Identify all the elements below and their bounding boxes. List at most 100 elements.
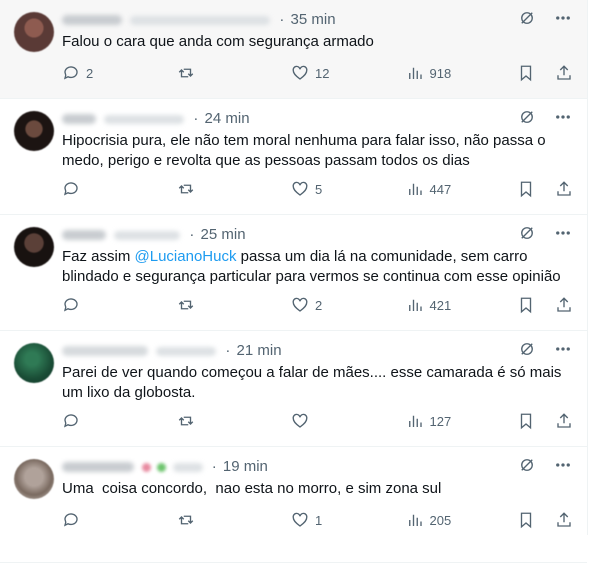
blurred-handle[interactable] xyxy=(130,15,271,25)
tweet-time[interactable]: 21 min xyxy=(237,342,282,359)
grok-icon[interactable] xyxy=(517,223,537,243)
blurred-display-name[interactable] xyxy=(62,230,106,241)
share-button[interactable] xyxy=(555,64,573,82)
more-icon[interactable] xyxy=(553,339,573,359)
tweet-top-icons xyxy=(517,339,573,359)
avatar[interactable] xyxy=(14,227,54,267)
retweet-icon xyxy=(178,416,193,426)
grok-icon[interactable] xyxy=(517,8,537,28)
tweet-text: Parei de ver quando começou a falar de m… xyxy=(62,364,562,401)
like-button[interactable] xyxy=(291,412,406,430)
blurred-display-name[interactable] xyxy=(62,462,134,473)
avatar[interactable] xyxy=(14,343,54,383)
views-count: 127 xyxy=(429,413,452,429)
reply-tweet[interactable]: · 35 min Falou o cara que anda com segur… xyxy=(0,0,587,99)
blurred-handle[interactable] xyxy=(114,230,181,240)
tweet-time[interactable]: 25 min xyxy=(201,226,246,243)
blurred-display-name[interactable] xyxy=(62,346,148,357)
reply-button[interactable] xyxy=(62,412,177,430)
share-icon xyxy=(557,297,571,312)
bookmark-icon xyxy=(520,297,532,314)
share-button[interactable] xyxy=(555,412,573,430)
reply-button[interactable] xyxy=(62,511,177,529)
share-icon xyxy=(557,413,571,428)
heart-icon xyxy=(292,181,308,196)
avatar[interactable] xyxy=(14,111,54,151)
tweet-header: · 21 min xyxy=(62,339,571,363)
views-icon xyxy=(408,299,422,311)
tweet-time[interactable]: 35 min xyxy=(291,11,336,28)
like-button[interactable]: 2 xyxy=(291,296,406,314)
share-button[interactable] xyxy=(555,511,573,529)
like-button[interactable]: 12 xyxy=(291,64,406,82)
views-count: 918 xyxy=(429,65,452,81)
tweet-actions: 127 xyxy=(62,412,573,430)
tweet-top-icons xyxy=(517,455,573,475)
reply-tweet[interactable]: · 24 min Hipocrisia pura, ele não tem mo… xyxy=(0,99,587,215)
views-count: 205 xyxy=(429,512,452,528)
tweet-actions: 5 447 xyxy=(62,180,573,198)
retweet-button[interactable] xyxy=(177,296,292,314)
avatar[interactable] xyxy=(14,459,54,499)
grok-icon[interactable] xyxy=(517,455,537,475)
reply-tweet[interactable]: · 19 min Uma coisa concordo, nao esta no… xyxy=(0,447,587,563)
blurred-handle[interactable] xyxy=(156,346,217,356)
views-button[interactable]: 447 xyxy=(406,180,518,198)
user-mention-link[interactable]: @LucianoHuck xyxy=(135,248,237,265)
share-button[interactable] xyxy=(555,296,573,314)
blurred-display-name[interactable] xyxy=(62,15,122,26)
views-button[interactable]: 127 xyxy=(406,412,518,430)
more-icon[interactable] xyxy=(553,223,573,243)
tweet-time[interactable]: 24 min xyxy=(205,110,250,127)
reply-icon xyxy=(63,513,78,527)
reply-icon xyxy=(63,66,78,80)
like-count: 5 xyxy=(315,181,323,197)
more-icon[interactable] xyxy=(553,455,573,475)
blurred-handle[interactable] xyxy=(172,462,203,472)
avatar[interactable] xyxy=(14,12,54,52)
reply-feed: · 35 min Falou o cara que anda com segur… xyxy=(0,0,588,563)
tweet-top-icons xyxy=(517,8,573,28)
grok-icon[interactable] xyxy=(517,107,537,127)
bookmark-button[interactable] xyxy=(517,64,535,82)
grok-icon[interactable] xyxy=(517,339,537,359)
tweet-time[interactable]: 19 min xyxy=(223,458,268,475)
tweet-header: · 24 min xyxy=(62,107,571,131)
like-count: 1 xyxy=(315,512,323,528)
retweet-button[interactable] xyxy=(177,64,292,82)
views-button[interactable]: 205 xyxy=(406,511,518,529)
like-button[interactable]: 1 xyxy=(291,511,406,529)
views-button[interactable]: 421 xyxy=(406,296,518,314)
tweet-top-icons xyxy=(517,223,573,243)
tweet-actions: 2 421 xyxy=(62,296,573,314)
more-icon[interactable] xyxy=(553,8,573,28)
tweet-header: · 19 min xyxy=(62,455,571,479)
more-icon[interactable] xyxy=(553,107,573,127)
views-count: 447 xyxy=(429,181,452,197)
retweet-button[interactable] xyxy=(177,511,292,529)
heart-icon xyxy=(292,65,308,80)
reply-button[interactable]: 2 xyxy=(62,64,177,82)
blurred-handle[interactable] xyxy=(104,114,185,124)
reply-button[interactable] xyxy=(62,180,177,198)
reply-icon xyxy=(63,414,78,428)
retweet-icon xyxy=(178,184,193,194)
bookmark-button[interactable] xyxy=(517,296,535,314)
reply-button[interactable] xyxy=(62,296,177,314)
tweet-text: Falou o cara que anda com segurança arma… xyxy=(62,33,374,50)
views-button[interactable]: 918 xyxy=(406,64,518,82)
reply-tweet[interactable]: · 21 min Parei de ver quando começou a f… xyxy=(0,331,587,447)
tweet-top-icons xyxy=(517,107,573,127)
bookmark-button[interactable] xyxy=(517,180,535,198)
reply-tweet[interactable]: · 25 min Faz assim @LucianoHuck passa um… xyxy=(0,215,587,331)
share-button[interactable] xyxy=(555,180,573,198)
bookmark-button[interactable] xyxy=(517,511,535,529)
like-count: 12 xyxy=(315,65,330,81)
retweet-button[interactable] xyxy=(177,412,292,430)
retweet-button[interactable] xyxy=(177,180,292,198)
like-button[interactable]: 5 xyxy=(291,180,406,198)
blurred-display-name[interactable] xyxy=(62,114,96,125)
bookmark-button[interactable] xyxy=(517,412,535,430)
bookmark-icon xyxy=(520,65,532,82)
views-icon xyxy=(408,514,422,526)
